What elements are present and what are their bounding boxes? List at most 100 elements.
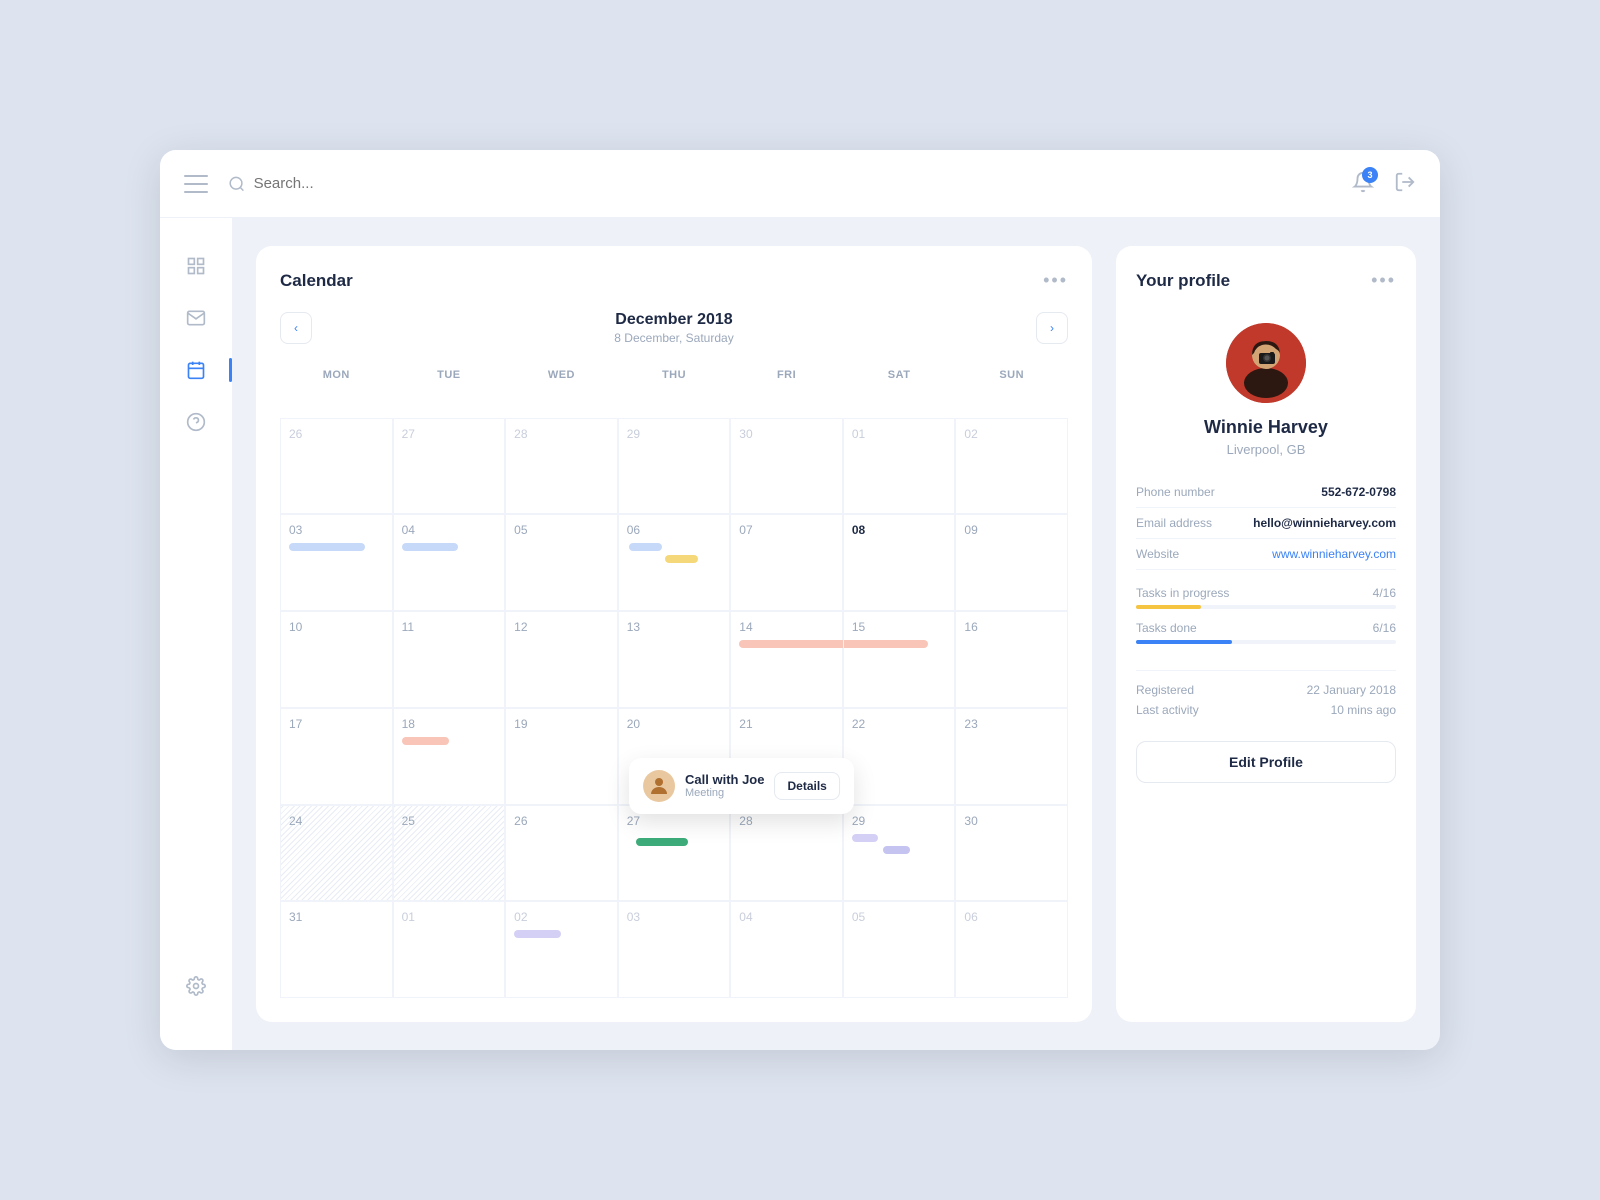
table-row[interactable]: 14 <box>730 611 843 708</box>
tasks-done-label: Tasks done <box>1136 621 1197 635</box>
tasks-done-bar-bg <box>1136 640 1396 644</box>
avatar-icon <box>647 774 671 798</box>
table-row[interactable]: 08 <box>843 514 956 611</box>
sidebar-item-dashboard[interactable] <box>172 242 220 290</box>
table-row[interactable]: 06 <box>618 514 731 611</box>
event-type: Meeting <box>685 787 764 799</box>
notification-button[interactable]: 3 <box>1352 171 1374 196</box>
table-row[interactable]: 01 <box>843 418 956 515</box>
table-row[interactable]: 15 <box>843 611 956 708</box>
table-row[interactable]: 03 <box>618 901 731 998</box>
registered-value: 22 January 2018 <box>1307 683 1396 697</box>
search-input[interactable] <box>254 175 1340 192</box>
table-row[interactable]: 29 <box>843 805 956 902</box>
last-activity-row: Last activity 10 mins ago <box>1136 703 1396 717</box>
table-row[interactable]: 26 <box>505 805 618 902</box>
sidebar-bottom <box>172 962 220 1026</box>
table-row[interactable]: 27 <box>618 805 731 902</box>
dow-wed: WED <box>505 361 618 418</box>
logout-button[interactable] <box>1394 171 1416 196</box>
table-row[interactable]: 04 <box>730 901 843 998</box>
last-activity-label: Last activity <box>1136 703 1199 717</box>
logout-icon <box>1394 171 1416 193</box>
tasks-in-progress-row: Tasks in progress 4/16 <box>1136 586 1396 609</box>
table-row[interactable]: 16 <box>955 611 1068 708</box>
main-layout: Calendar ••• ‹ December 2018 8 December,… <box>160 218 1440 1050</box>
event-avatar <box>643 770 675 802</box>
table-row[interactable]: 06 <box>955 901 1068 998</box>
sidebar-item-mail[interactable] <box>172 294 220 342</box>
email-label: Email address <box>1136 516 1212 530</box>
table-row[interactable]: 11 <box>393 611 506 708</box>
table-row[interactable]: 03 <box>280 514 393 611</box>
dow-fri: FRI <box>730 361 843 418</box>
table-row[interactable]: 28 <box>505 418 618 515</box>
sidebar <box>160 218 232 1050</box>
content-area: Calendar ••• ‹ December 2018 8 December,… <box>232 218 1440 1050</box>
profile-info-email: Email address hello@winnieharvey.com <box>1136 508 1396 539</box>
next-month-button[interactable]: › <box>1036 312 1068 344</box>
profile-info-website: Website www.winnieharvey.com <box>1136 539 1396 570</box>
sidebar-nav <box>172 242 220 954</box>
table-row[interactable]: 02 <box>505 901 618 998</box>
table-row[interactable]: 07 <box>730 514 843 611</box>
edit-profile-button[interactable]: Edit Profile <box>1136 741 1396 783</box>
table-row[interactable]: 17 <box>280 708 393 805</box>
calendar-nav: ‹ December 2018 8 December, Saturday › <box>280 311 1068 345</box>
table-row[interactable]: 04 <box>393 514 506 611</box>
table-row[interactable]: 02 <box>955 418 1068 515</box>
grid-icon <box>186 256 206 276</box>
avatar <box>1226 323 1306 403</box>
prev-month-button[interactable]: ‹ <box>280 312 312 344</box>
sidebar-item-settings[interactable] <box>172 962 220 1010</box>
table-row[interactable]: 09 <box>955 514 1068 611</box>
notification-badge: 3 <box>1362 167 1378 183</box>
table-row[interactable]: 25 <box>393 805 506 902</box>
tasks-done-bar-fill <box>1136 640 1232 644</box>
table-row[interactable]: 22 <box>843 708 956 805</box>
table-row[interactable]: 28 <box>730 805 843 902</box>
profile-location: Liverpool, GB <box>1136 442 1396 457</box>
tasks-progress-bar-fill <box>1136 605 1201 609</box>
settings-icon <box>186 976 206 996</box>
calendar-more-options[interactable]: ••• <box>1043 270 1068 291</box>
profile-info-phone: Phone number 552-672-0798 <box>1136 477 1396 508</box>
event-details-button[interactable]: Details <box>774 772 839 800</box>
date-subtitle: 8 December, Saturday <box>614 331 733 345</box>
phone-label: Phone number <box>1136 485 1215 499</box>
dow-thu: THU <box>618 361 731 418</box>
dow-sat: SAT <box>843 361 956 418</box>
table-row[interactable]: 27 <box>393 418 506 515</box>
table-row[interactable]: 23 <box>955 708 1068 805</box>
table-row[interactable]: 01 <box>393 901 506 998</box>
dow-tue: TUE <box>393 361 506 418</box>
table-row[interactable]: 20 Call with Joe Meeting <box>618 708 731 805</box>
calendar-month-title: December 2018 8 December, Saturday <box>614 311 733 345</box>
calendar-title: Calendar <box>280 271 353 291</box>
table-row[interactable]: 24 <box>280 805 393 902</box>
table-row[interactable]: 10 <box>280 611 393 708</box>
profile-more-options[interactable]: ••• <box>1371 270 1396 291</box>
table-row[interactable]: 19 <box>505 708 618 805</box>
month-year-label: December 2018 <box>614 311 733 329</box>
sidebar-item-help[interactable] <box>172 398 220 446</box>
avatar-image <box>1226 323 1306 403</box>
table-row[interactable]: 31 <box>280 901 393 998</box>
table-row[interactable]: 29 <box>618 418 731 515</box>
table-row[interactable]: 05 <box>843 901 956 998</box>
table-row[interactable]: 30 <box>955 805 1068 902</box>
calendar-card: Calendar ••• ‹ December 2018 8 December,… <box>256 246 1092 1022</box>
table-row[interactable]: 30 <box>730 418 843 515</box>
profile-meta: Registered 22 January 2018 Last activity… <box>1136 670 1396 723</box>
tasks-progress-bar-bg <box>1136 605 1396 609</box>
menu-icon[interactable] <box>184 175 208 193</box>
search-icon <box>228 175 246 193</box>
sidebar-item-calendar[interactable] <box>172 346 220 394</box>
table-row[interactable]: 26 <box>280 418 393 515</box>
website-value[interactable]: www.winnieharvey.com <box>1272 547 1396 561</box>
tasks-done-count: 6/16 <box>1373 621 1396 635</box>
table-row[interactable]: 18 <box>393 708 506 805</box>
table-row[interactable]: 12 <box>505 611 618 708</box>
table-row[interactable]: 05 <box>505 514 618 611</box>
table-row[interactable]: 13 <box>618 611 731 708</box>
